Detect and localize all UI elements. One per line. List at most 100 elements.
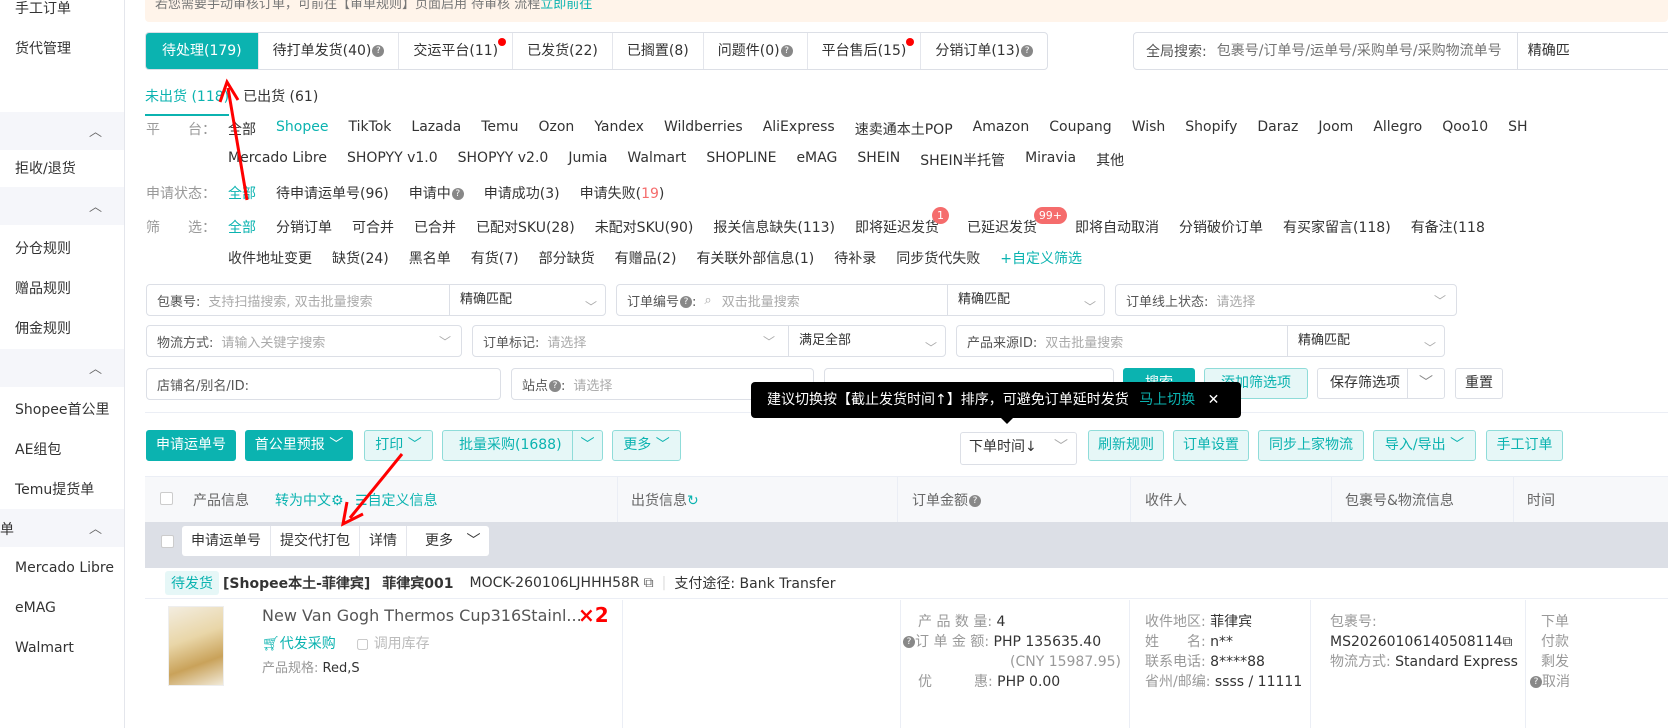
sidebar-group-toggle[interactable]: 单 ︿ <box>0 509 124 547</box>
filter-option[interactable]: 有货(7) <box>471 248 519 268</box>
platform-option[interactable]: Lazada <box>411 119 461 139</box>
import-export-button[interactable]: 导入/导出 ﹀ <box>1373 430 1476 461</box>
filter-delayed[interactable]: 已延迟发货 99+ <box>967 207 1068 237</box>
platform-option[interactable]: TikTok <box>348 119 391 139</box>
custom-filter-link[interactable]: +自定义筛选 <box>1000 248 1082 268</box>
sidebar-item-temu-pickup[interactable]: Temu提货单 <box>15 479 94 499</box>
manual-order-button[interactable]: 手工订单 <box>1486 430 1563 461</box>
to-chinese-link[interactable]: 转为中文⚙ <box>275 490 344 510</box>
platform-option[interactable]: Wish <box>1132 119 1166 139</box>
chevron-down-icon[interactable]: ﹀ <box>1407 369 1444 398</box>
apply-status-applying[interactable]: 申请中? <box>409 183 464 203</box>
source-id-field[interactable]: 产品来源ID: 双击批量搜索 精确匹配 ﹀ <box>956 325 1445 357</box>
platform-option[interactable]: Daraz <box>1257 119 1298 139</box>
proxy-purchase-link[interactable]: 🛒︎代发采购 <box>262 634 336 654</box>
tab-problem[interactable]: 问题件(0)? <box>704 33 808 69</box>
platform-option[interactable]: Jumia <box>568 150 607 170</box>
platform-option[interactable]: AliExpress <box>763 119 835 139</box>
platform-option[interactable]: Wildberries <box>664 119 743 139</box>
filter-option[interactable]: 可合并 <box>352 217 394 237</box>
platform-option[interactable]: SH <box>1508 119 1527 139</box>
batch-details[interactable]: 详情 <box>360 526 407 556</box>
platform-option[interactable]: Shopee <box>276 119 328 139</box>
custom-info-link[interactable]: ☰自定义信息 <box>355 490 438 510</box>
copy-icon[interactable]: ⧉ <box>644 575 654 591</box>
product-title[interactable]: New Van Gogh Thermos Cup316Stainl... <box>262 606 582 626</box>
sort-select[interactable]: 下单时间↓ ﹀ <box>960 432 1077 465</box>
filter-option[interactable]: 即将自动取消 <box>1075 217 1159 237</box>
platform-option[interactable]: Joom <box>1318 119 1353 139</box>
first-mile-button[interactable]: 首公里预报 ﹀ <box>245 430 353 461</box>
online-status-select[interactable]: 订单线上状态: 请选择 ﹀ <box>1115 284 1457 316</box>
refresh-icon[interactable]: ↻ <box>687 493 699 509</box>
refresh-rules-button[interactable]: 刷新规则 <box>1088 430 1164 461</box>
filter-option[interactable]: 黑名单 <box>409 248 451 268</box>
mark-match-select[interactable]: 满足全部 ﹀ <box>788 326 945 356</box>
filter-option[interactable]: 部分缺货 <box>539 248 595 268</box>
platform-option[interactable]: Allegro <box>1373 119 1422 139</box>
filter-option[interactable]: 有买家留言(118) <box>1283 217 1391 237</box>
global-search-input[interactable] <box>1216 43 1517 59</box>
tab-after-sales[interactable]: 平台售后(15) <box>808 33 922 69</box>
platform-option[interactable]: Coupang <box>1049 119 1111 139</box>
tab-pending[interactable]: 待处理(179) <box>146 33 259 69</box>
sidebar-item-returns[interactable]: 拒收/退货 <box>15 158 76 178</box>
filter-option[interactable]: 分销订单 <box>276 217 332 237</box>
filter-option[interactable]: 已合并 <box>414 217 456 237</box>
filter-option[interactable]: 分销破价订单 <box>1179 217 1263 237</box>
platform-option[interactable]: 全部 <box>228 119 256 139</box>
order-settings-button[interactable]: 订单设置 <box>1173 430 1249 461</box>
tab-on-hold[interactable]: 已搁置(8) <box>613 33 704 69</box>
chevron-down-icon[interactable]: ﹀ <box>572 431 602 460</box>
filter-option[interactable]: 待补录 <box>834 248 876 268</box>
platform-option[interactable]: Mercado Libre <box>228 150 327 170</box>
package-match-select[interactable]: 精确匹配 ﹀ <box>449 285 605 315</box>
platform-option[interactable]: SHEIN半托管 <box>920 150 1005 170</box>
platform-option[interactable]: 速卖通本土POP <box>855 119 953 139</box>
apply-status-failed[interactable]: 申请失败(19) <box>580 183 665 203</box>
use-stock-link[interactable]: ▢ 调用库存 <box>356 634 430 654</box>
batch-submit-packing[interactable]: 提交代打包 <box>271 526 360 556</box>
batch-more[interactable]: 更多 ﹀ <box>407 526 489 556</box>
sidebar-item-warehouse-rules[interactable]: 分仓规则 <box>15 238 71 258</box>
filter-option[interactable]: 已配对SKU(28) <box>476 217 575 237</box>
filter-all[interactable]: 全部 <box>228 217 256 237</box>
reset-button[interactable]: 重置 <box>1455 368 1503 399</box>
filter-option[interactable]: 有赠品(2) <box>615 248 677 268</box>
sidebar-item-manual-order[interactable]: 手工订单 <box>15 0 71 18</box>
sidebar-item-walmart[interactable]: Walmart <box>15 640 74 656</box>
apply-status-all[interactable]: 全部 <box>228 183 256 203</box>
sidebar-item-shopee-first-mile[interactable]: Shopee首公里 <box>15 399 109 419</box>
platform-option[interactable]: Temu <box>481 119 518 139</box>
platform-option[interactable]: SHOPYY v1.0 <box>347 150 438 170</box>
product-image[interactable] <box>168 606 224 686</box>
platform-option[interactable]: SHOPLINE <box>706 150 776 170</box>
apply-waybill-button[interactable]: 申请运单号 <box>146 430 236 461</box>
select-all-checkbox[interactable] <box>160 492 173 505</box>
platform-option[interactable]: 其他 <box>1096 150 1124 170</box>
sidebar-group-toggle[interactable]: ︿ <box>0 349 124 387</box>
sidebar-item-commission-rules[interactable]: 佣金规则 <box>15 318 71 338</box>
sidebar-item-ae-bundle[interactable]: AE组包 <box>15 439 61 459</box>
tab-handover[interactable]: 交运平台(11) <box>399 33 514 69</box>
platform-option[interactable]: Yandex <box>594 119 644 139</box>
platform-option[interactable]: Walmart <box>627 150 686 170</box>
shop-field[interactable]: 店铺名/别名/ID: <box>146 368 501 400</box>
more-button[interactable]: 更多 ﹀ <box>612 430 681 461</box>
platform-option[interactable]: Shopify <box>1185 119 1237 139</box>
package-no-field[interactable]: 包裹号: 支持扫描搜索, 双击批量搜索 精确匹配 ﹀ <box>146 284 606 316</box>
sidebar-group-toggle[interactable]: ︿ <box>0 112 124 150</box>
sidebar-item-emag[interactable]: eMAG <box>15 600 56 616</box>
global-search-match[interactable]: 精确匹 <box>1516 33 1570 69</box>
print-button[interactable]: 打印 ﹀ <box>364 430 433 461</box>
tab-distribution[interactable]: 分销订单(13)? <box>921 33 1047 69</box>
order-match-select[interactable]: 精确匹配 ﹀ <box>947 285 1104 315</box>
source-match-select[interactable]: 精确匹配 ﹀ <box>1287 326 1444 356</box>
apply-status-pending[interactable]: 待申请运单号(96) <box>276 183 389 203</box>
platform-option[interactable]: Amazon <box>973 119 1030 139</box>
platform-option[interactable]: SHOPYY v2.0 <box>458 150 549 170</box>
close-icon[interactable]: ✕ <box>1208 392 1220 408</box>
filter-option[interactable]: 报关信息缺失(113) <box>713 217 835 237</box>
batch-search-icon[interactable]: ⌕ <box>704 293 711 308</box>
logistics-select[interactable]: 物流方式: 请输入关键字搜索 ﹀ <box>146 325 462 357</box>
